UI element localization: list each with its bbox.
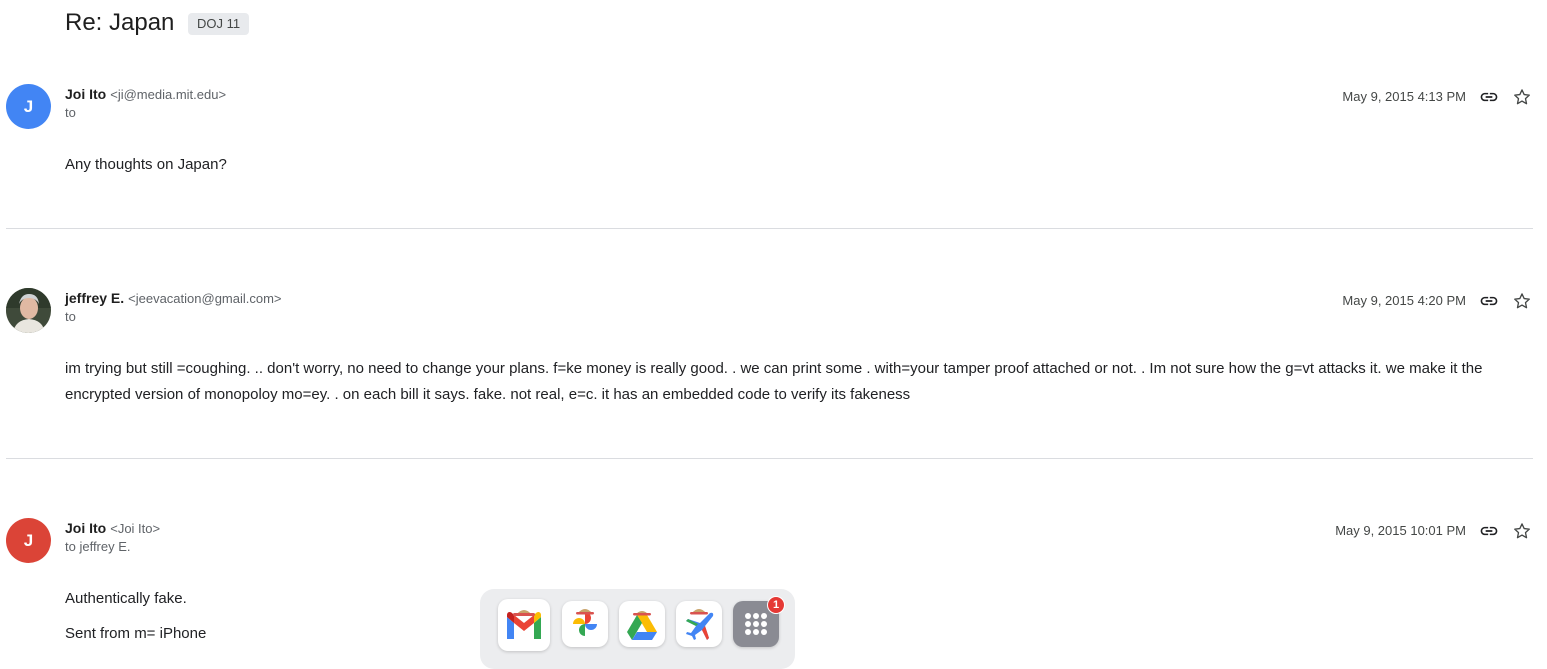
drive-icon	[627, 611, 657, 640]
sender-email: <ji@media.mit.edu>	[110, 87, 227, 102]
recipient-line[interactable]: to	[65, 105, 76, 121]
star-button[interactable]	[1511, 86, 1533, 108]
link-icon	[1480, 92, 1498, 102]
star-icon	[1514, 523, 1530, 539]
photos-icon	[573, 609, 597, 636]
link-button[interactable]	[1478, 520, 1500, 542]
dock-app-launcher[interactable]: 1	[733, 596, 785, 647]
notification-badge: 1	[767, 596, 785, 614]
sender-name: Joi Ito	[65, 86, 107, 102]
dock-app-photos[interactable]	[562, 601, 608, 647]
app-launcher-icon	[745, 613, 767, 635]
avatar-letter: J	[23, 96, 34, 116]
body-paragraph: Any thoughts on Japan?	[65, 156, 227, 173]
body-paragraph: im trying but still =coughing. .. don't …	[65, 360, 1483, 403]
link-button[interactable]	[1478, 290, 1500, 312]
sender-name: jeffrey E.	[65, 290, 125, 306]
timestamp: May 9, 2015 4:20 PM	[1342, 293, 1466, 308]
link-icon	[1480, 526, 1498, 536]
recipient-line[interactable]: to jeffrey E.	[65, 539, 131, 555]
dock-app-gmail[interactable]	[498, 599, 550, 651]
sender[interactable]: jeffrey E. <jeevacation@gmail.com>	[65, 289, 282, 308]
link-icon	[1480, 296, 1498, 306]
dock-app-flights[interactable]	[676, 601, 722, 647]
timestamp: May 9, 2015 10:01 PM	[1335, 523, 1466, 538]
sender[interactable]: Joi Ito <ji@media.mit.edu>	[65, 85, 226, 104]
divider	[6, 458, 1533, 459]
app-dock: 1	[480, 589, 795, 669]
profile-photo	[6, 288, 51, 333]
star-button[interactable]	[1511, 520, 1533, 542]
recipient-line[interactable]: to	[65, 309, 76, 325]
label-chip[interactable]: DOJ 11	[188, 13, 250, 35]
link-button[interactable]	[1478, 86, 1500, 108]
sender-email: <Joi Ito>	[110, 521, 161, 536]
star-icon	[1514, 89, 1530, 105]
message-body: im trying but still =coughing. .. don't …	[65, 356, 1507, 408]
message-body: Any thoughts on Japan?	[65, 152, 1507, 178]
avatar[interactable]	[6, 288, 51, 333]
avatar[interactable]: J	[6, 84, 51, 129]
avatar[interactable]: J	[6, 518, 51, 563]
sender[interactable]: Joi Ito <Joi Ito>	[65, 519, 160, 538]
avatar-letter: J	[23, 530, 34, 550]
sender-name: Joi Ito	[65, 520, 107, 536]
gmail-icon	[507, 610, 541, 639]
divider	[6, 228, 1533, 229]
flights-icon	[686, 609, 714, 640]
star-icon	[1514, 293, 1530, 309]
thread-subject: Re: Japan	[65, 9, 175, 36]
timestamp: May 9, 2015 4:13 PM	[1342, 89, 1466, 104]
sender-email: <jeevacation@gmail.com>	[128, 291, 282, 306]
dock-app-drive[interactable]	[619, 601, 665, 647]
star-button[interactable]	[1511, 290, 1533, 312]
